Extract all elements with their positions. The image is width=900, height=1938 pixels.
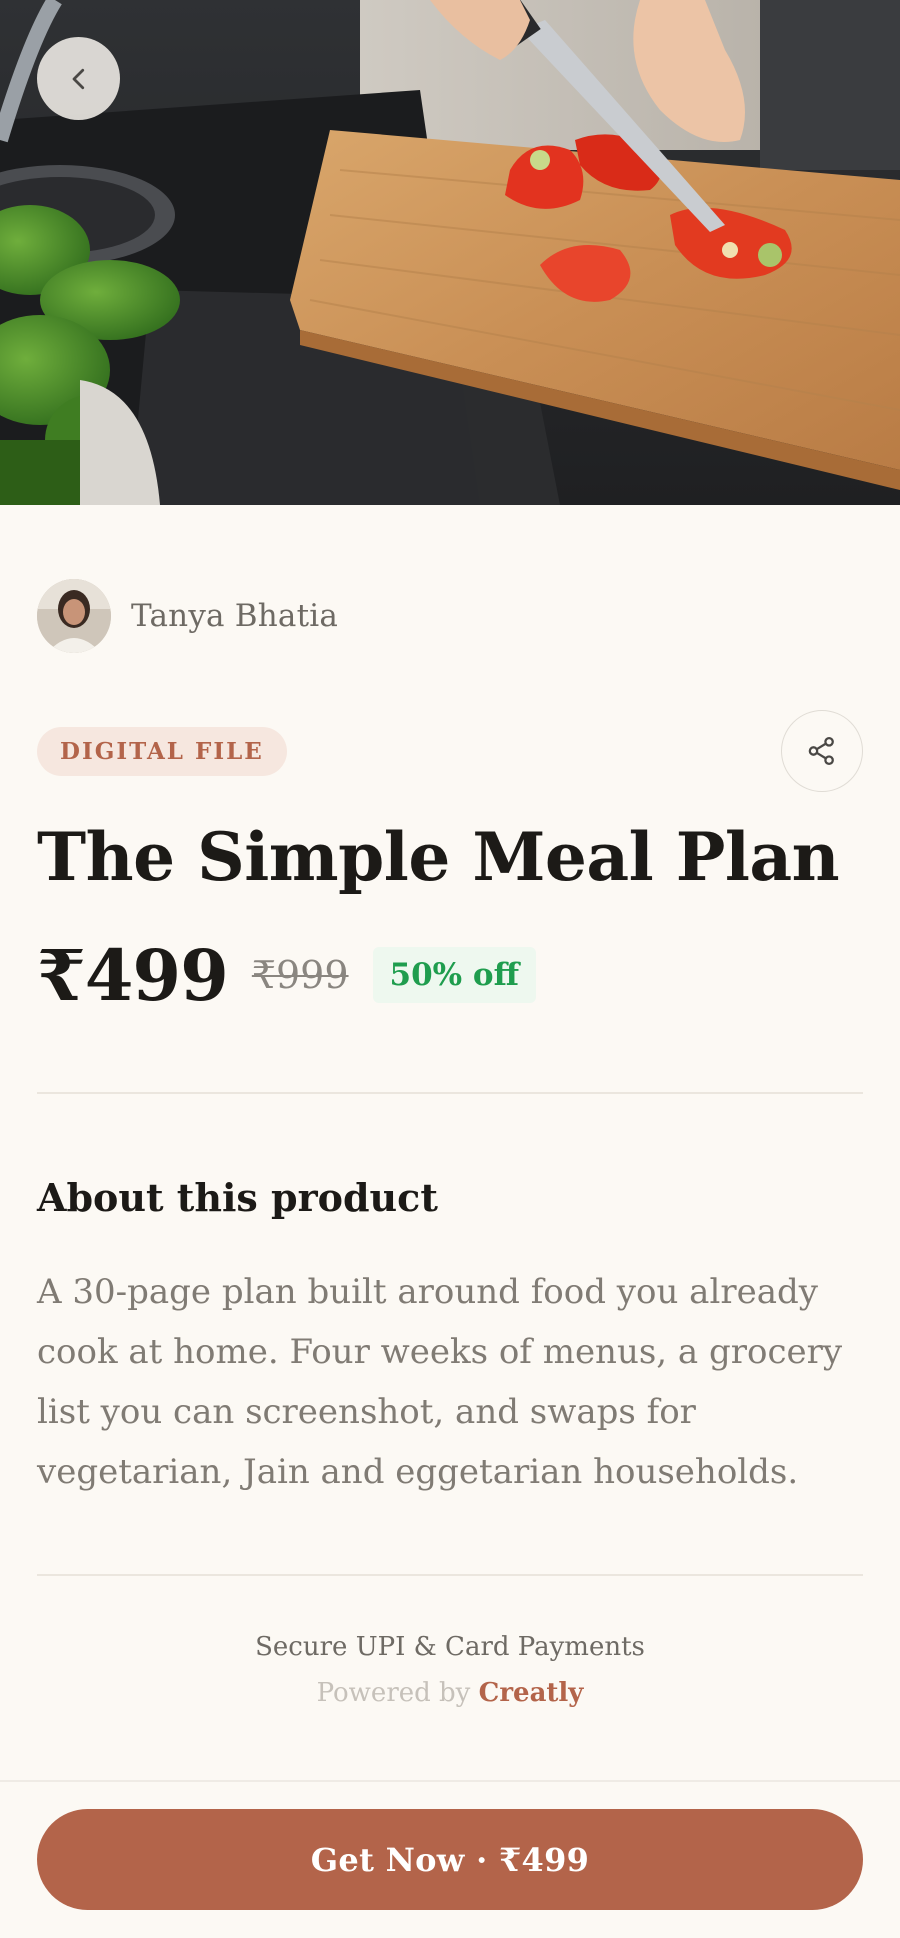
chevron-left-icon	[72, 68, 84, 89]
avatar	[37, 579, 111, 653]
product-type-badge: DIGITAL FILE	[37, 727, 287, 776]
get-now-button[interactable]: Get Now · ₹499	[37, 1809, 863, 1910]
product-title: The Simple Meal Plan	[37, 818, 840, 896]
secure-payments-text: Secure UPI & Card Payments	[255, 1632, 645, 1662]
creator-name: Tanya Bhatia	[131, 598, 339, 634]
divider	[37, 1574, 863, 1576]
creator-info[interactable]: Tanya Bhatia	[37, 579, 338, 653]
current-price: ₹499	[37, 933, 229, 1017]
creator-avatar-image	[37, 579, 111, 653]
hero-image	[0, 0, 900, 505]
divider	[37, 1092, 863, 1094]
share-icon	[808, 736, 834, 766]
powered-by: Powered by Creatly	[0, 1678, 900, 1708]
discount-badge: 50% off	[372, 947, 537, 1003]
powered-by-brand[interactable]: Creatly	[479, 1678, 584, 1708]
share-button[interactable]	[781, 710, 863, 792]
cooking-photo	[0, 0, 900, 505]
price-row: ₹499 ₹999 50% off	[37, 933, 537, 1017]
about-description: A 30-page plan built around food you alr…	[37, 1272, 843, 1492]
about-heading: About this product	[37, 1175, 438, 1220]
powered-by-prefix: Powered by	[316, 1678, 471, 1708]
original-price: ₹999	[251, 953, 349, 997]
back-button[interactable]	[37, 37, 120, 120]
